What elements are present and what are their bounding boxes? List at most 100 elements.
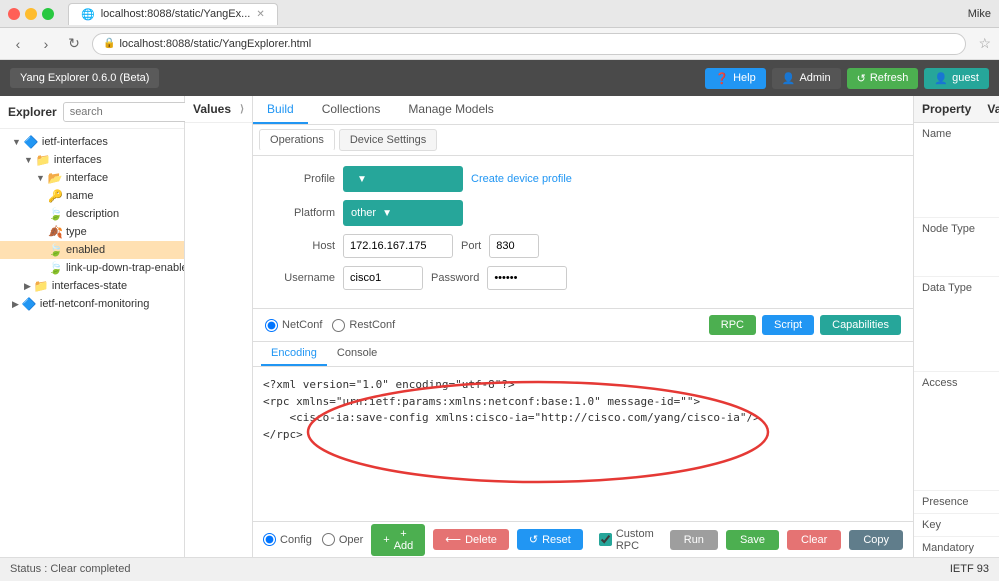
- middle-panel: Build Collections Manage Models Operatio…: [253, 96, 913, 557]
- oper-label: Oper: [339, 534, 363, 546]
- prop-key-datatype: Data Type: [914, 277, 994, 371]
- help-btn[interactable]: ❓ Help: [705, 68, 765, 89]
- reset-btn[interactable]: ↺ Reset: [517, 529, 583, 550]
- tab-build[interactable]: Build: [253, 96, 308, 124]
- prop-val-nodetype: leaf: [994, 218, 999, 276]
- tree-item-ietf-netconf[interactable]: ▶ 🔷 ietf-netconf-monitoring: [0, 295, 184, 313]
- tree-item-name[interactable]: 🔑 name: [0, 187, 184, 205]
- xml-code: <?xml version="1.0" encoding="utf-8"?> <…: [263, 377, 903, 443]
- rpc-btn[interactable]: RPC: [709, 315, 756, 335]
- profile-select[interactable]: ▼: [343, 166, 463, 192]
- platform-select[interactable]: other ▼: [343, 200, 463, 226]
- custom-rpc-checkbox[interactable]: [599, 533, 612, 546]
- script-btn[interactable]: Script: [762, 315, 814, 335]
- tab-close-btn[interactable]: ✕: [256, 9, 264, 20]
- save-btn[interactable]: Save: [726, 530, 779, 550]
- clear-btn[interactable]: Clear: [787, 530, 841, 550]
- tree-item-ietf-interfaces[interactable]: ▼ 🔷 ietf-interfaces: [0, 133, 184, 151]
- leaf-icon: 🍃: [48, 207, 63, 221]
- prop-key-name: Name: [914, 123, 994, 217]
- tree-label: interface: [66, 172, 108, 184]
- tab-device-settings[interactable]: Device Settings: [339, 129, 437, 151]
- delete-btn[interactable]: ⟵ Delete: [433, 529, 509, 550]
- folder-icon: 📁: [36, 153, 51, 167]
- netconf-radio[interactable]: [265, 319, 278, 332]
- host-label: Host: [265, 240, 335, 252]
- prop-val-mandatory: [994, 537, 999, 557]
- port-input[interactable]: [489, 234, 539, 258]
- chevron-down-icon: ▼: [382, 208, 392, 219]
- tree-item-link-up-down[interactable]: 🍃 link-up-down-trap-enable: [0, 259, 184, 277]
- refresh-icon: ↺: [857, 72, 866, 85]
- key-icon: 🔑: [48, 189, 63, 203]
- explorer-panel: Explorer ▼ 🔷 ietf-interfaces ▼ 📁 interfa…: [0, 96, 185, 557]
- tree-item-description[interactable]: 🍃 description: [0, 205, 184, 223]
- minimize-dot[interactable]: [25, 8, 37, 20]
- status-text: Status : Clear completed: [10, 563, 130, 575]
- restconf-radio-label[interactable]: RestConf: [332, 319, 395, 332]
- reload-btn[interactable]: ↻: [64, 34, 84, 54]
- capabilities-btn[interactable]: Capabilities: [820, 315, 901, 335]
- admin-btn[interactable]: 👤 Admin: [772, 68, 841, 89]
- lock-icon: 🔒: [103, 38, 115, 49]
- browser-tab[interactable]: 🌐 localhost:8088/static/YangEx... ✕: [68, 3, 278, 25]
- restconf-radio[interactable]: [332, 319, 345, 332]
- netconf-label: NetConf: [282, 319, 322, 331]
- app-header: Yang Explorer 0.6.0 (Beta) ❓ Help 👤 Admi…: [0, 60, 999, 96]
- custom-rpc-label: Custom RPC: [616, 528, 654, 552]
- config-radio-label[interactable]: Config: [263, 533, 312, 546]
- host-input[interactable]: [343, 234, 453, 258]
- reset-icon: ↺: [529, 533, 538, 546]
- tree-item-interface[interactable]: ▼ 📂 interface: [0, 169, 184, 187]
- password-input[interactable]: [487, 266, 567, 290]
- collapse-btn[interactable]: ⟩: [240, 104, 244, 115]
- ietf-badge: IETF 93: [950, 563, 989, 575]
- property-col-header: Property: [914, 96, 979, 122]
- bookmark-icon[interactable]: ☆: [978, 35, 991, 52]
- enc-tab-encoding[interactable]: Encoding: [261, 342, 327, 366]
- app-title: Yang Explorer 0.6.0 (Beta): [10, 68, 159, 88]
- tree-item-enabled[interactable]: 🍃 enabled: [0, 241, 184, 259]
- tab-operations[interactable]: Operations: [259, 129, 335, 151]
- tree-item-interfaces[interactable]: ▼ 📁 interfaces: [0, 151, 184, 169]
- forward-btn[interactable]: ›: [36, 34, 56, 54]
- explorer-tree: ▼ 🔷 ietf-interfaces ▼ 📁 interfaces ▼ 📂 i…: [0, 129, 184, 557]
- create-profile-link[interactable]: Create device profile: [471, 173, 572, 185]
- host-row: Host Port: [265, 234, 901, 258]
- values-title: Values: [193, 102, 231, 116]
- tree-item-interfaces-state[interactable]: ▶ 📁 interfaces-state: [0, 277, 184, 295]
- oper-radio-label[interactable]: Oper: [322, 533, 363, 546]
- tree-label: interfaces: [54, 154, 102, 166]
- tab-collections[interactable]: Collections: [308, 96, 395, 124]
- prop-val-name: enabled: [994, 123, 999, 217]
- config-radio[interactable]: [263, 533, 276, 546]
- username-input[interactable]: [343, 266, 423, 290]
- custom-rpc-checkbox-label[interactable]: Custom RPC: [599, 528, 654, 552]
- netconf-radio-label[interactable]: NetConf: [265, 319, 322, 332]
- close-dot[interactable]: [8, 8, 20, 20]
- window-controls[interactable]: [8, 8, 54, 20]
- admin-icon: 👤: [782, 72, 796, 85]
- tree-label: interfaces-state: [52, 280, 127, 292]
- code-area[interactable]: <?xml version="1.0" encoding="utf-8"?> <…: [253, 367, 913, 521]
- refresh-btn[interactable]: ↺ Refresh: [847, 68, 919, 89]
- header-buttons: ❓ Help 👤 Admin ↺ Refresh 👤 guest: [705, 68, 989, 89]
- run-btn[interactable]: Run: [670, 530, 718, 550]
- property-header: Property Value: [914, 96, 999, 123]
- prop-key-mandatory: Mandatory: [914, 537, 994, 557]
- prop-val-access: read-write: [994, 372, 999, 490]
- guest-btn[interactable]: 👤 guest: [924, 68, 989, 89]
- oper-radio[interactable]: [322, 533, 335, 546]
- prop-val-presence: [994, 491, 999, 513]
- restconf-label: RestConf: [349, 319, 395, 331]
- tree-item-type[interactable]: 🍂 type: [0, 223, 184, 241]
- maximize-dot[interactable]: [42, 8, 54, 20]
- copy-btn[interactable]: Copy: [849, 530, 903, 550]
- add-btn[interactable]: + + Add: [371, 524, 425, 556]
- back-btn[interactable]: ‹: [8, 34, 28, 54]
- enc-tab-console[interactable]: Console: [327, 342, 387, 366]
- tab-manage-models[interactable]: Manage Models: [394, 96, 507, 124]
- custom-rpc-section: Custom RPC: [591, 528, 662, 552]
- url-bar[interactable]: 🔒 localhost:8088/static/YangExplorer.htm…: [92, 33, 966, 55]
- username-label: Username: [265, 272, 335, 284]
